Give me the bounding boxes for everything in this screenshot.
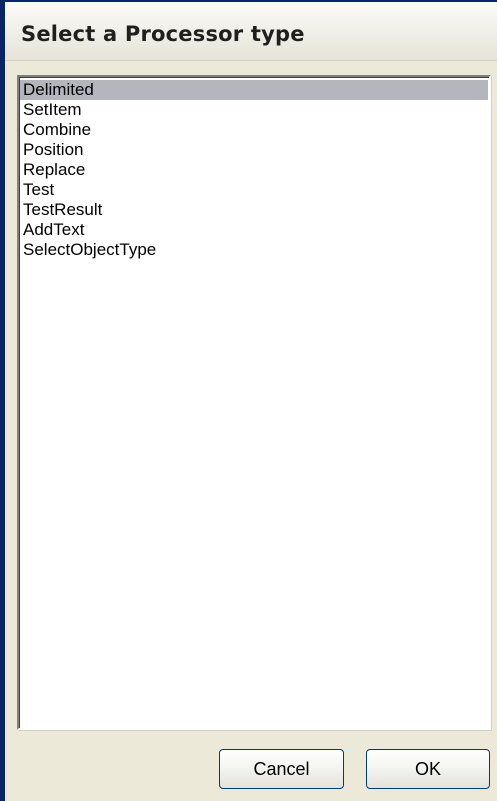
- list-item-test[interactable]: Test: [20, 180, 488, 200]
- list-item-addtext[interactable]: AddText: [20, 220, 488, 240]
- dialog-window: Select a Processor type Delimited SetIte…: [0, 0, 497, 801]
- list-item-setitem[interactable]: SetItem: [20, 100, 488, 120]
- dialog-title: Select a Processor type: [21, 22, 305, 46]
- title-bar[interactable]: Select a Processor type: [5, 2, 497, 61]
- processor-type-list: Delimited SetItem Combine Position Repla…: [20, 77, 488, 260]
- list-item-delimited[interactable]: Delimited: [20, 80, 488, 100]
- cancel-button[interactable]: Cancel: [219, 749, 344, 789]
- ok-button[interactable]: OK: [366, 749, 490, 789]
- list-item-position[interactable]: Position: [20, 140, 488, 160]
- list-item-testresult[interactable]: TestResult: [20, 200, 488, 220]
- list-item-combine[interactable]: Combine: [20, 120, 488, 140]
- list-item-selectobjecttype[interactable]: SelectObjectType: [20, 240, 488, 260]
- processor-type-listbox[interactable]: Delimited SetItem Combine Position Repla…: [17, 75, 491, 730]
- list-item-replace[interactable]: Replace: [20, 160, 488, 180]
